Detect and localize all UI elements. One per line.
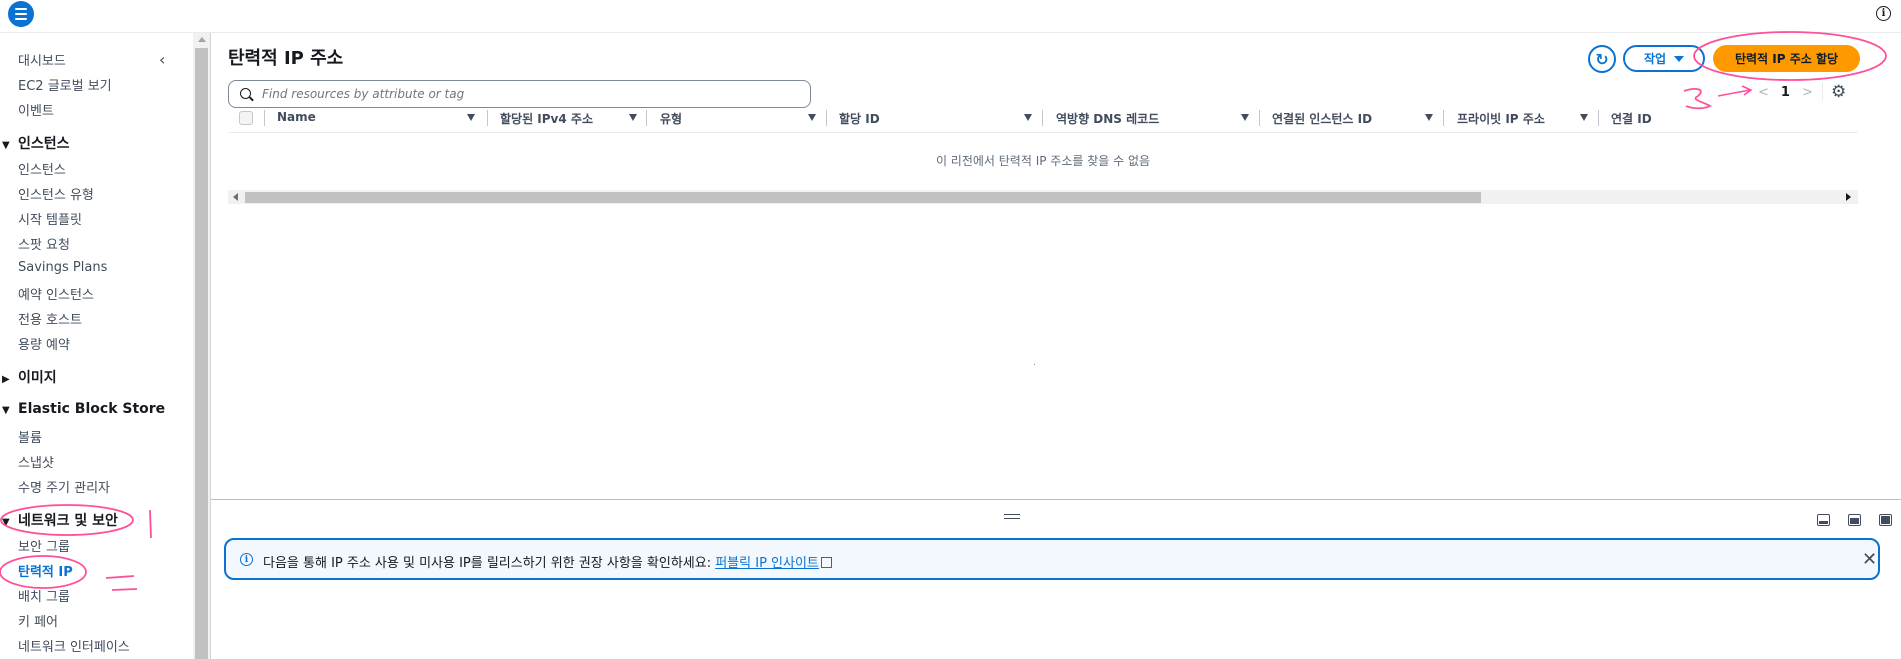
refresh-icon: ↻ [1595,49,1609,69]
sort-icon[interactable] [467,114,475,121]
scroll-up-arrow-icon[interactable] [198,37,206,42]
column-header-association-id[interactable]: 연결 ID [1611,110,1652,127]
sidebar-item-reserved-instances[interactable]: 예약 인스턴스 [18,284,94,303]
sidebar-section-ebs[interactable]: ▼ Elastic Block Store [0,401,165,417]
next-page-icon[interactable]: > [1802,85,1813,100]
expanded-caret-icon: ▼ [2,140,10,151]
collapse-sidebar-icon[interactable]: ‹ [159,50,165,69]
allocate-elastic-ip-button[interactable]: 탄력적 IP 주소 할당 [1713,45,1860,72]
scrollbar-thumb[interactable] [195,48,208,659]
main-content: 탄력적 IP 주소 ↻ 작업 탄력적 IP 주소 할당 <1 > ⚙ Name 할… [211,33,1901,499]
info-icon: i [240,553,253,566]
sort-icon[interactable] [1580,114,1588,121]
select-all-checkbox[interactable] [239,111,253,125]
sidebar: ‹ 대시보드 EC2 글로벌 보기 이벤트 ▼ 인스턴스 인스턴스 인스턴스 유형… [0,33,193,659]
search-input[interactable] [262,85,802,103]
sidebar-section-instances[interactable]: ▼ 인스턴스 [0,133,70,153]
sidebar-item-dedicated-hosts[interactable]: 전용 호스트 [18,309,82,328]
split-panel-divider [211,499,1901,500]
sidebar-section-network-security[interactable]: ▼ 네트워크 및 보안 [0,510,118,530]
sidebar-item-global-view[interactable]: EC2 글로벌 보기 [18,75,112,94]
prev-page-icon[interactable]: < [1758,85,1769,100]
caret-down-icon [1674,55,1685,62]
pagination: <1 > [1752,85,1819,100]
column-divider[interactable] [646,110,647,126]
section-title: 네트워크 및 보안 [18,513,118,529]
panel-full-icon[interactable] [1879,514,1892,526]
external-link-icon[interactable] [820,557,832,568]
column-header-name[interactable]: Name [277,110,316,124]
table-horizontal-scrollbar[interactable] [228,190,1858,204]
sidebar-item-security-groups[interactable]: 보안 그룹 [18,536,70,555]
toolbar-divider [1822,83,1823,101]
sidebar-item-key-pairs[interactable]: 키 페어 [18,611,58,630]
sidebar-item-instances[interactable]: 인스턴스 [18,159,66,178]
sidebar-item-instance-types[interactable]: 인스턴스 유형 [18,184,94,203]
sidebar-item-volumes[interactable]: 볼륨 [18,427,42,446]
banner-text: 다음을 통해 IP 주소 사용 및 미사용 IP를 릴리스하기 위한 권장 사항… [263,556,716,571]
column-divider[interactable] [487,110,488,126]
sidebar-item-launch-templates[interactable]: 시작 템플릿 [18,209,82,228]
actions-dropdown-button[interactable]: 작업 [1623,45,1705,72]
column-divider[interactable] [1443,110,1444,126]
scroll-left-arrow-icon[interactable] [233,193,238,201]
scrollbar-thumb[interactable] [245,192,1481,203]
top-bar: i [0,0,1901,33]
column-header-private-ip[interactable]: 프라이빗 IP 주소 [1457,110,1545,127]
hamburger-menu-icon[interactable] [8,1,34,27]
page-title: 탄력적 IP 주소 [228,48,344,69]
info-icon[interactable]: i [1876,6,1891,21]
actions-label: 작업 [1643,52,1667,66]
search-icon [240,88,251,99]
column-divider[interactable] [1259,110,1260,126]
current-page[interactable]: 1 [1781,85,1790,100]
sidebar-item-placement-groups[interactable]: 배치 그룹 [18,586,70,605]
sort-icon[interactable] [1425,114,1433,121]
panel-half-icon[interactable] [1848,514,1861,526]
section-title: 이미지 [18,370,57,386]
sidebar-item-elastic-ips[interactable]: 탄력적 IP [18,561,73,580]
column-header-type[interactable]: 유형 [660,110,682,127]
section-title: 인스턴스 [18,136,70,152]
sidebar-item-spot-requests[interactable]: 스팟 요청 [18,234,70,253]
sidebar-item-lifecycle-manager[interactable]: 수명 주기 관리자 [18,477,110,496]
sort-icon[interactable] [1024,114,1032,121]
sort-icon[interactable] [629,114,637,121]
collapsed-caret-icon: ▶ [2,374,10,385]
close-icon[interactable]: ✕ [1862,549,1877,570]
column-divider[interactable] [826,110,827,126]
section-title: Elastic Block Store [18,401,166,417]
public-ip-insights-link[interactable]: 퍼블릭 IP 인사이트 [715,556,819,571]
column-header-allocation-id[interactable]: 할당 ID [839,110,880,127]
resize-handle-icon[interactable] [1004,514,1020,519]
sidebar-item-savings-plans[interactable]: Savings Plans [18,260,107,275]
gear-icon[interactable]: ⚙ [1831,82,1846,102]
sidebar-item-events[interactable]: 이벤트 [18,100,54,119]
sort-icon[interactable] [1241,114,1249,121]
column-header-reverse-dns[interactable]: 역방향 DNS 레코드 [1056,110,1159,127]
sidebar-item-snapshots[interactable]: 스냅샷 [18,452,54,471]
column-header-ipv4[interactable]: 할당된 IPv4 주소 [500,110,593,127]
table-header: Name 할당된 IPv4 주소 유형 할당 ID 역방향 DNS 레코드 연결… [228,103,1858,133]
info-banner: i 다음을 통해 IP 주소 사용 및 미사용 IP를 릴리스하기 위한 권장 … [224,538,1880,580]
expanded-caret-icon: ▼ [2,517,10,528]
refresh-button[interactable]: ↻ [1588,45,1616,73]
sidebar-item-capacity-reservations[interactable]: 용량 예약 [18,334,70,353]
sidebar-section-images[interactable]: ▶ 이미지 [0,367,57,387]
sidebar-scrollbar[interactable] [193,33,210,659]
banner-message: 다음을 통해 IP 주소 사용 및 미사용 IP를 릴리스하기 위한 권장 사항… [263,552,832,571]
column-divider[interactable] [1598,110,1599,126]
expanded-caret-icon: ▼ [2,405,10,416]
column-divider [264,110,265,126]
sort-icon[interactable] [808,114,816,121]
sidebar-item-network-interfaces[interactable]: 네트워크 인터페이스 [18,636,130,655]
column-divider[interactable] [1042,110,1043,126]
column-header-instance-id[interactable]: 연결된 인스턴스 ID [1272,110,1372,127]
panel-bottom-icon[interactable] [1817,514,1830,526]
stray-dot [1034,364,1035,365]
empty-state-message: 이 리전에서 탄력적 IP 주소를 찾을 수 없음 [935,154,1151,168]
sidebar-item-dashboard[interactable]: 대시보드 [18,50,66,69]
scroll-right-arrow-icon[interactable] [1846,193,1851,201]
